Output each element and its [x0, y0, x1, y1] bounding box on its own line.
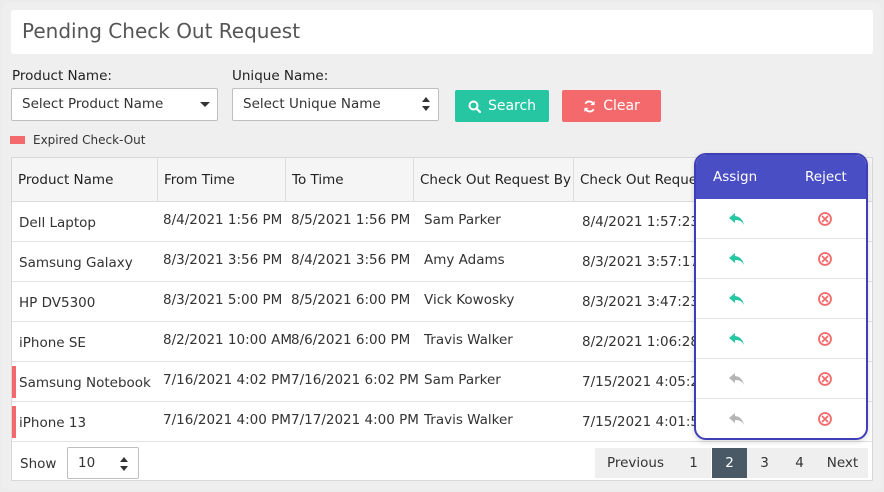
product-name-select[interactable]: Select Product Name	[11, 88, 218, 121]
show-label: Show	[20, 456, 57, 472]
action-row	[696, 399, 866, 438]
circle-x-icon[interactable]	[817, 291, 833, 307]
cell-product: iPhone 13	[19, 415, 87, 431]
cell-product: Samsung Notebook	[19, 375, 151, 391]
unique-name-select[interactable]: Select Unique Name	[232, 88, 439, 121]
cell-to-time: 8/5/2021 1:56 PM	[291, 212, 411, 228]
page-button-2[interactable]: 2	[712, 448, 747, 478]
previous-page-button[interactable]: Previous	[595, 448, 676, 478]
circle-x-icon[interactable]	[817, 331, 833, 347]
page-size-select[interactable]: 10	[67, 447, 139, 479]
title-bar: Pending Check Out Request	[11, 10, 873, 54]
unique-name-label: Unique Name:	[232, 68, 329, 84]
product-name-select-value: Select Product Name	[22, 96, 164, 112]
cell-product: Samsung Galaxy	[19, 255, 133, 271]
reject-column-header: Reject	[805, 169, 847, 185]
reply-arrow-disabled-icon	[729, 373, 744, 385]
expired-legend-swatch	[10, 136, 25, 144]
sort-updown-icon	[120, 457, 128, 471]
cell-from-time: 8/3/2021 5:00 PM	[163, 292, 283, 308]
product-name-label: Product Name:	[12, 68, 112, 84]
reply-arrow-icon[interactable]	[728, 211, 746, 227]
cell-to-time: 7/16/2021 6:02 PM	[291, 372, 419, 388]
page-button-4[interactable]: 4	[782, 448, 817, 478]
action-row	[696, 199, 866, 239]
expired-legend-label: Expired Check-Out	[33, 133, 146, 147]
search-icon	[468, 100, 481, 113]
cell-from-time: 7/16/2021 4:00 PM	[163, 412, 291, 428]
refresh-icon	[584, 100, 595, 112]
cell-from-time: 8/4/2021 1:56 PM	[163, 212, 283, 228]
page-title: Pending Check Out Request	[22, 19, 301, 43]
cell-to-time: 8/4/2021 3:56 PM	[291, 252, 411, 268]
column-header-to-time[interactable]: To Time	[286, 158, 414, 202]
cell-to-time: 8/5/2021 6:00 PM	[291, 292, 411, 308]
action-row	[696, 279, 866, 319]
cell-request-by: Travis Walker	[424, 332, 513, 348]
search-button-label: Search	[487, 98, 537, 114]
cell-from-time: 8/2/2021 10:00 AM	[163, 332, 293, 348]
column-header-product-name[interactable]: Product Name	[12, 158, 158, 202]
expired-marker	[12, 366, 16, 398]
action-row	[696, 319, 866, 359]
action-row	[696, 359, 866, 399]
cell-request-by: Travis Walker	[424, 412, 513, 428]
search-button[interactable]: Search	[455, 90, 549, 122]
reply-arrow-icon[interactable]	[728, 331, 746, 347]
page-button-3[interactable]: 3	[747, 448, 782, 478]
page-size-value: 10	[78, 455, 96, 471]
reply-arrow-icon[interactable]	[728, 291, 746, 307]
cell-product: Dell Laptop	[19, 215, 96, 231]
assign-column-header: Assign	[713, 169, 758, 185]
cell-product: iPhone SE	[19, 335, 86, 351]
cell-request-by: Vick Kowosky	[424, 292, 515, 308]
circle-x-icon[interactable]	[817, 411, 833, 427]
circle-x-icon[interactable]	[817, 371, 833, 387]
sort-updown-icon	[422, 97, 430, 111]
cell-to-time: 8/6/2021 6:00 PM	[291, 332, 411, 348]
cell-request-by: Amy Adams	[424, 252, 505, 268]
chevron-down-icon	[200, 102, 210, 107]
action-row	[696, 239, 866, 279]
cell-from-time: 8/3/2021 3:56 PM	[163, 252, 283, 268]
unique-name-select-value: Select Unique Name	[243, 96, 381, 112]
cell-to-time: 7/17/2021 4:00 PM	[291, 412, 419, 428]
next-page-button[interactable]: Next	[817, 448, 868, 478]
cell-from-time: 7/16/2021 4:02 PM	[163, 372, 291, 388]
circle-x-icon[interactable]	[817, 251, 833, 267]
page-button-1[interactable]: 1	[676, 448, 711, 478]
clear-button-label: Clear	[603, 98, 640, 114]
column-header-request-by[interactable]: Check Out Request By	[414, 158, 574, 202]
table-footer: Show 10 Previous 1 2 3 4 Next	[12, 442, 872, 480]
cell-request-by: Sam Parker	[424, 372, 501, 388]
cell-request-by: Sam Parker	[424, 212, 501, 228]
clear-button[interactable]: Clear	[562, 90, 661, 122]
actions-panel-header: Assign Reject	[696, 155, 866, 199]
actions-panel: Assign Reject	[694, 153, 868, 440]
column-header-from-time[interactable]: From Time	[158, 158, 286, 202]
circle-x-icon[interactable]	[817, 211, 833, 227]
expired-marker	[12, 406, 16, 438]
cell-product: HP DV5300	[19, 295, 96, 311]
reply-arrow-icon[interactable]	[728, 251, 746, 267]
reply-arrow-disabled-icon	[729, 413, 744, 425]
